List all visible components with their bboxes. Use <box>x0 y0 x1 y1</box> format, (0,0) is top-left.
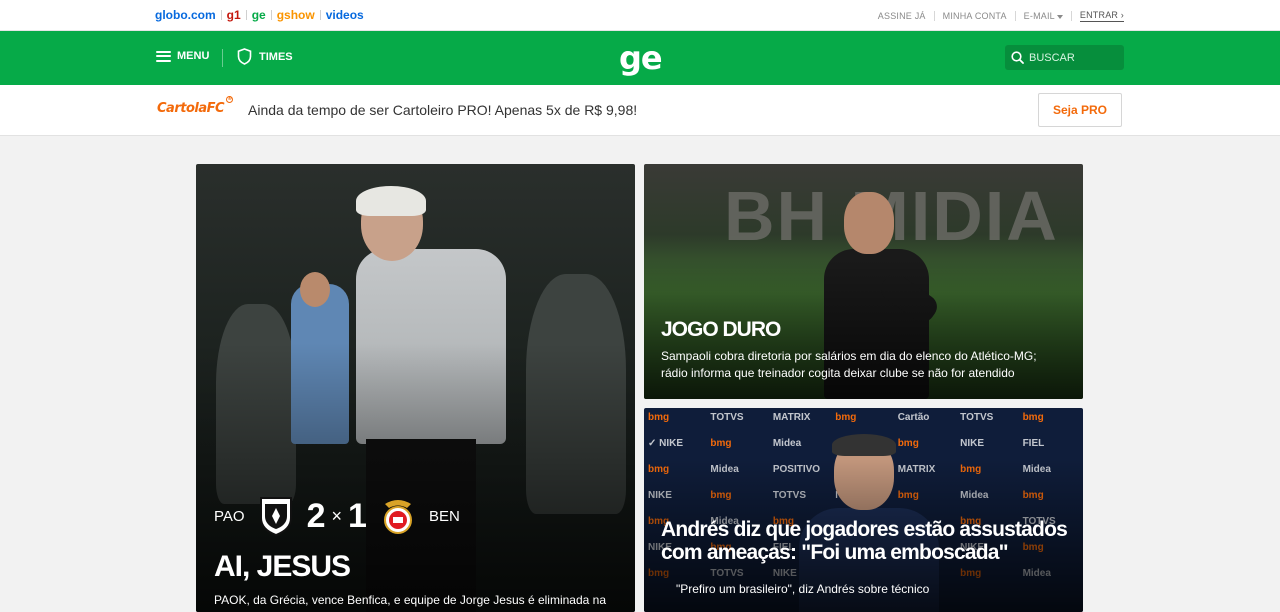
hamburger-icon <box>156 50 171 62</box>
bottom-right-summary: "Prefiro um brasileiro", diz Andrés sobr… <box>676 582 930 596</box>
ge-logo[interactable]: ge <box>619 40 663 76</box>
account-links: ASSINE JÁ MINHA CONTA E-MAIL ENTRAR › <box>870 10 1124 22</box>
bottom-right-headline: Andrés diz que jogadores estão assustado… <box>661 518 1068 564</box>
cartola-logo[interactable]: CartolaFC ® <box>157 96 234 116</box>
divider <box>933 11 935 21</box>
search-box[interactable] <box>1005 45 1124 70</box>
bottom-right-news-card[interactable]: bmg TOTVS MATRIX bmg Cartão TOTVS bmg ✓ NIKE bm… <box>644 408 1083 612</box>
menu-label: MENU <box>177 50 210 62</box>
globo-sites-nav: globo.com g1 ge gshow videos <box>155 8 369 22</box>
home-score: 2 <box>306 496 326 535</box>
top-right-news-card[interactable]: BH MIDIA JOGO DURO Sampaoli cobra direto… <box>644 164 1083 399</box>
top-right-summary: Sampaoli cobra diretoria por salários em… <box>661 349 1037 380</box>
away-team-abbr: BEN <box>428 507 460 525</box>
home-team-abbr: PAO <box>214 507 245 525</box>
site-link-g1[interactable]: g1 <box>222 8 246 22</box>
email-dropdown[interactable]: E-MAIL <box>1024 11 1063 21</box>
benfica-crest-icon <box>381 496 415 536</box>
cartola-promo-bar: CartolaFC ® Ainda da tempo de ser Cartol… <box>0 85 1280 136</box>
main-feature-card[interactable]: PAO 2 × 1 BEN AI, JESUS PAOK, da Grécia,… <box>196 164 635 612</box>
site-link-gshow[interactable]: gshow <box>272 8 320 22</box>
subscribe-link[interactable]: ASSINE JÁ <box>878 11 926 21</box>
referee-head-image <box>300 272 330 307</box>
chevron-down-icon <box>1056 14 1063 19</box>
email-label: E-MAIL <box>1023 11 1055 21</box>
login-link[interactable]: ENTRAR › <box>1079 10 1124 22</box>
globo-topbar: globo.com g1 ge gshow videos ASSINE JÁ M… <box>0 0 1280 31</box>
score-separator: × <box>331 505 343 526</box>
top-right-headline: JOGO DURO <box>661 318 781 341</box>
divider <box>1070 11 1072 21</box>
times-label: TIMES <box>259 50 293 63</box>
coach-hair-image <box>356 186 426 216</box>
chevron-right-icon: › <box>1120 10 1124 20</box>
manager-head-image <box>844 192 894 254</box>
menu-button[interactable]: MENU <box>156 50 209 62</box>
site-link-ge[interactable]: ge <box>247 8 271 22</box>
promo-text: Ainda da tempo de ser Cartoleiro PRO! Ap… <box>248 102 638 118</box>
main-summary: PAOK, da Grécia, vence Benfica, e equipe… <box>214 593 607 612</box>
shield-icon <box>237 48 252 65</box>
search-icon <box>1011 51 1024 64</box>
search-input[interactable] <box>1029 51 1119 64</box>
speaker-hair-image <box>832 434 896 456</box>
main-headline: AI, JESUS <box>214 550 351 583</box>
away-score: 1 <box>348 496 367 535</box>
site-link-videos[interactable]: videos <box>321 8 369 22</box>
divider <box>222 49 223 67</box>
match-score[interactable]: PAO 2 × 1 BEN <box>214 496 460 536</box>
times-button[interactable]: TIMES <box>237 48 293 65</box>
registered-icon: ® <box>226 96 234 103</box>
my-account-link[interactable]: MINHA CONTA <box>943 11 1007 21</box>
divider <box>1014 11 1016 21</box>
ge-header: MENU TIMES ge <box>0 31 1280 85</box>
site-link-globo[interactable]: globo.com <box>155 8 221 22</box>
paok-crest-icon <box>259 496 293 536</box>
cartola-logo-text: CartolaFC <box>157 101 225 116</box>
login-label: ENTRAR <box>1079 10 1119 20</box>
seja-pro-button[interactable]: Seja PRO <box>1038 93 1122 127</box>
